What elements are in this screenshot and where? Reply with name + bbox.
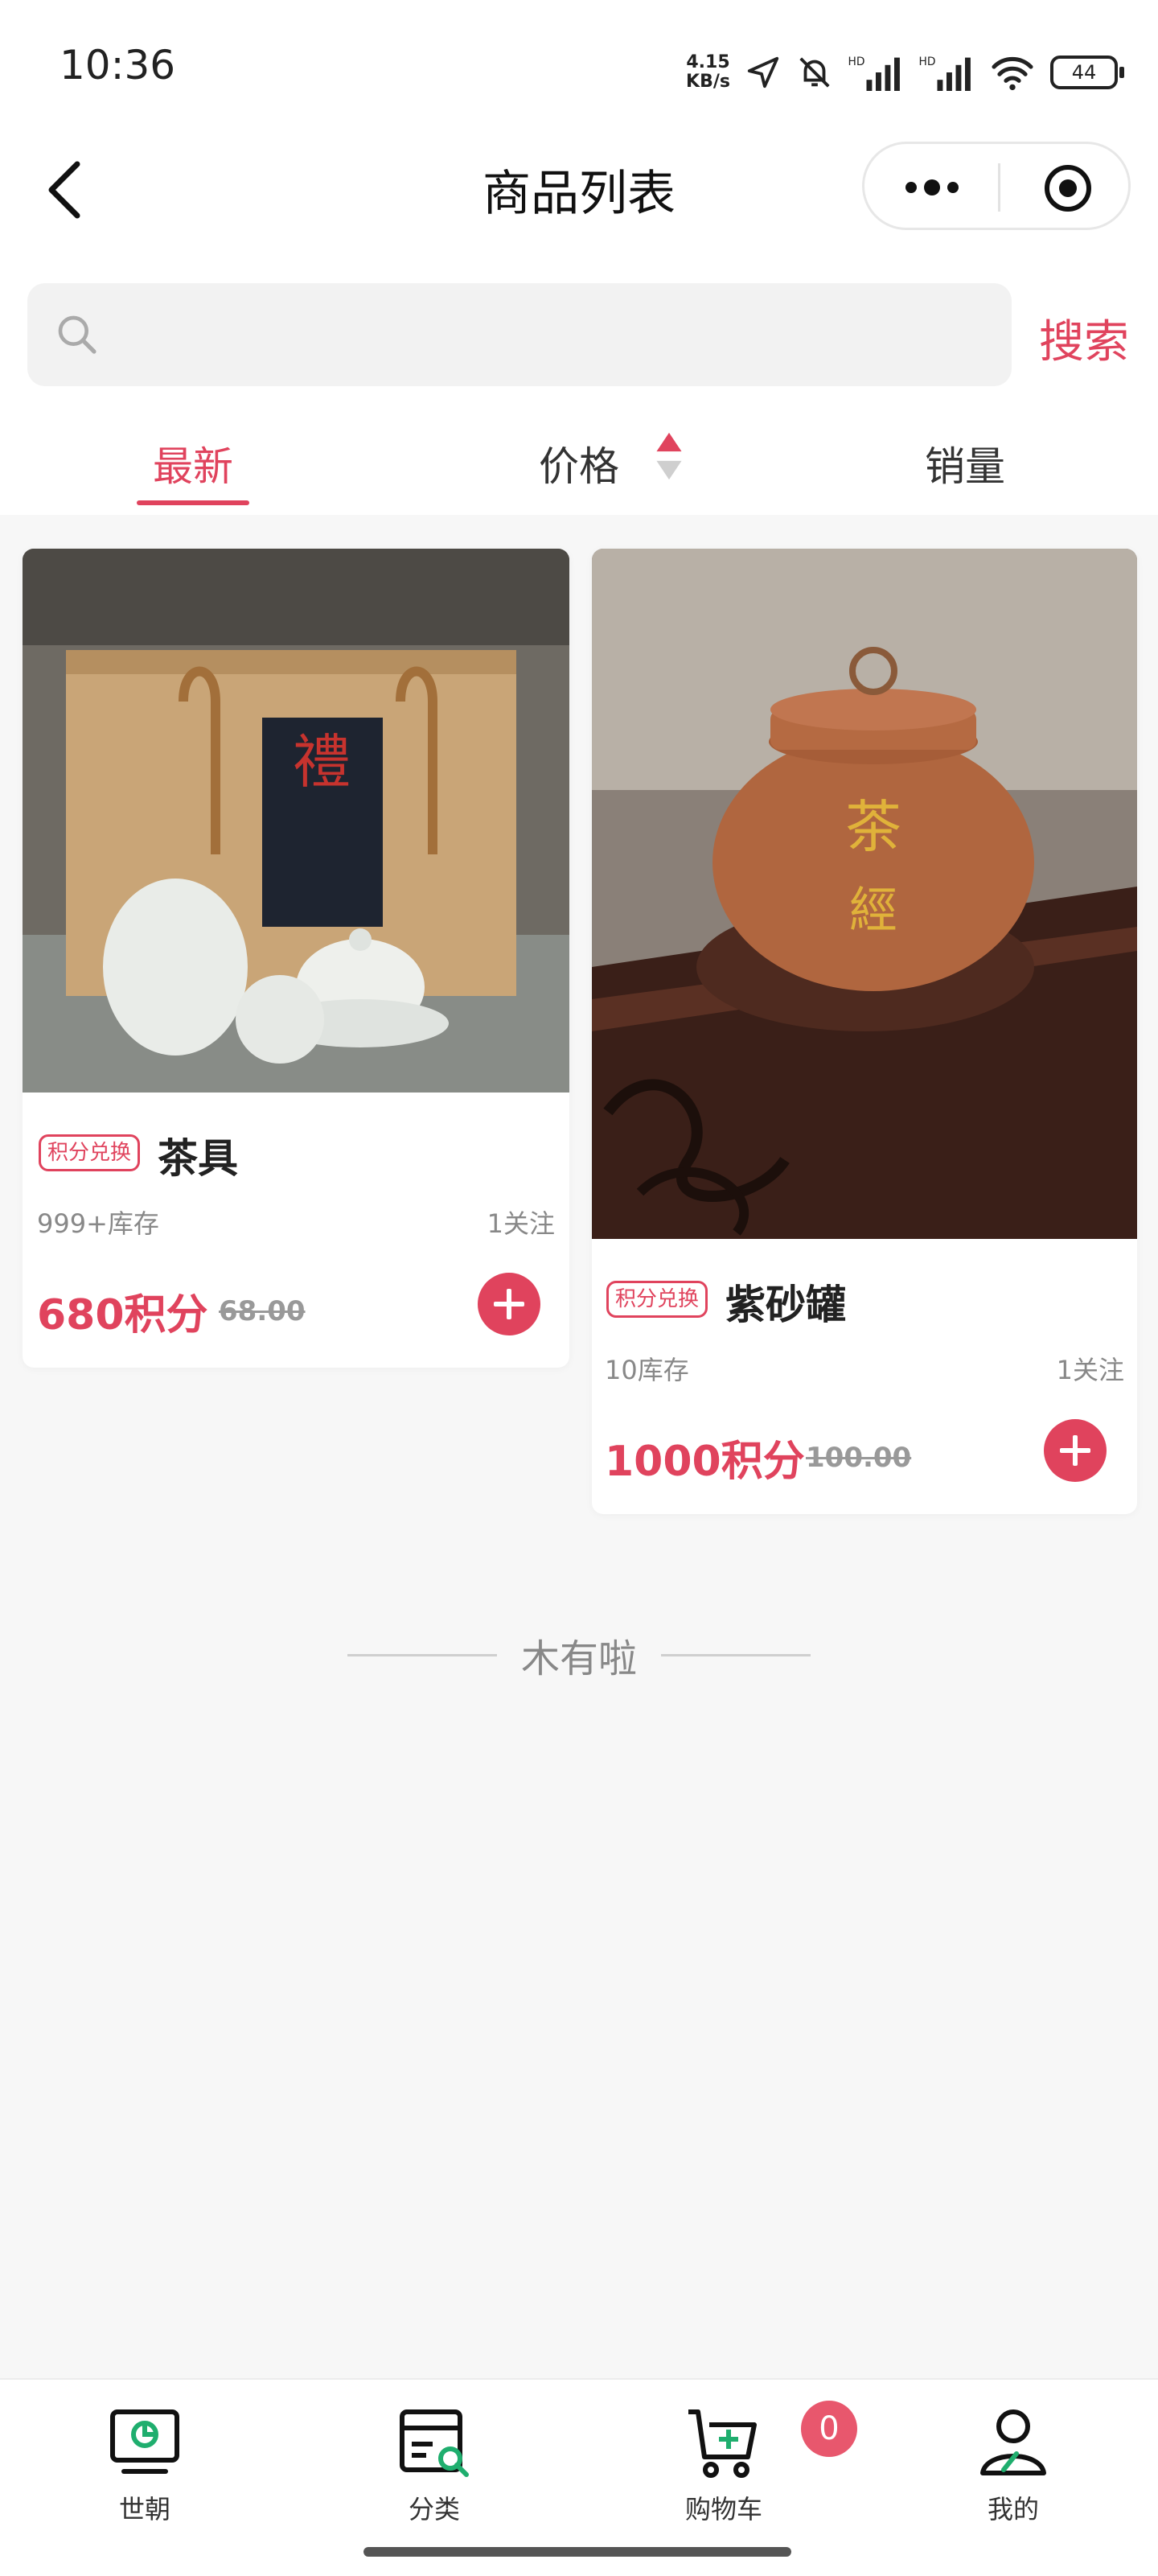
nav-item-home[interactable]: 世朝 bbox=[64, 2402, 225, 2526]
svg-text:茶: 茶 bbox=[845, 794, 901, 860]
mute-bell-icon bbox=[799, 57, 830, 88]
category-search-icon bbox=[400, 2409, 469, 2477]
nav-label-cart: 购物车 bbox=[684, 2494, 762, 2525]
capsule-divider bbox=[998, 163, 1000, 212]
nav-label-category: 分类 bbox=[408, 2494, 460, 2525]
end-divider-right bbox=[661, 1654, 811, 1656]
network-speed-value: 4.15 bbox=[686, 52, 730, 72]
status-time: 10:36 bbox=[60, 42, 176, 88]
product-stock: 999+库存 bbox=[37, 1208, 159, 1239]
mini-program-capsule bbox=[862, 142, 1131, 230]
cart-count-badge: 0 bbox=[801, 2401, 857, 2457]
points-exchange-badge: 积分兑换 bbox=[39, 1134, 141, 1171]
tab-price-label: 价格 bbox=[539, 443, 619, 490]
home-indicator[interactable] bbox=[363, 2547, 791, 2557]
search-button[interactable]: 搜索 bbox=[1039, 306, 1129, 371]
network-speed-unit: KB/s bbox=[686, 72, 730, 92]
signal-icon: HD bbox=[848, 56, 900, 91]
search-icon bbox=[58, 315, 96, 354]
points-exchange-badge: 积分兑换 bbox=[606, 1281, 708, 1318]
product-follows: 1关注 bbox=[487, 1208, 555, 1239]
product-original-price: 100.00 bbox=[806, 1442, 912, 1474]
nav-label-home: 世朝 bbox=[118, 2494, 170, 2525]
product-points-price: 680积分 bbox=[37, 1291, 208, 1339]
nav-label-profile: 我的 bbox=[987, 2494, 1039, 2525]
product-name: 茶具 bbox=[158, 1135, 238, 1182]
more-options-icon[interactable] bbox=[900, 171, 964, 204]
product-card-tea-set[interactable]: 禮 积分兑换 茶具 999+库存 1关注 680积分 68.00 bbox=[23, 549, 569, 1368]
svg-text:經: 經 bbox=[849, 883, 897, 939]
home-monitor-icon bbox=[110, 2409, 179, 2474]
search-input[interactable] bbox=[27, 283, 1012, 386]
add-to-cart-button[interactable] bbox=[478, 1273, 540, 1335]
svg-text:HD: HD bbox=[848, 56, 865, 68]
nav-item-category[interactable]: 分类 bbox=[354, 2402, 515, 2526]
product-image-zisha-jar[interactable]: 茶 經 bbox=[592, 549, 1137, 1239]
tab-price[interactable]: 价格 bbox=[499, 434, 659, 492]
user-icon bbox=[980, 2409, 1046, 2475]
status-icons: 4.15 KB/s HD HD 44 bbox=[686, 48, 1124, 97]
product-follows: 1关注 bbox=[1056, 1355, 1124, 1385]
product-image-tea-set[interactable]: 禮 bbox=[23, 549, 569, 1093]
tab-sales[interactable]: 销量 bbox=[885, 434, 1045, 492]
product-name: 紫砂罐 bbox=[725, 1282, 846, 1328]
tab-newest[interactable]: 最新 bbox=[113, 434, 273, 492]
product-original-price: 68.00 bbox=[219, 1295, 306, 1327]
network-speed: 4.15 KB/s bbox=[686, 53, 730, 92]
product-stock: 10库存 bbox=[605, 1355, 689, 1385]
close-target-icon[interactable] bbox=[1041, 162, 1094, 215]
product-card-zisha-jar[interactable]: 茶 經 积分兑换 紫砂罐 10库存 1关注 1000积分 100.00 bbox=[592, 549, 1137, 1514]
cart-icon bbox=[688, 2409, 757, 2478]
wifi-icon bbox=[992, 56, 1033, 91]
svg-text:HD: HD bbox=[919, 56, 936, 68]
sort-arrows-icon[interactable] bbox=[653, 430, 685, 483]
active-tab-underline bbox=[137, 500, 249, 505]
nav-item-cart[interactable]: 购物车 bbox=[643, 2402, 804, 2526]
product-points-price: 1000积分 bbox=[605, 1438, 805, 1486]
signal-icon: HD bbox=[919, 56, 971, 91]
list-end-text: 木有啦 bbox=[520, 1636, 637, 1681]
location-icon bbox=[747, 56, 779, 88]
nav-item-profile[interactable]: 我的 bbox=[933, 2402, 1094, 2526]
svg-text:禮: 禮 bbox=[293, 728, 351, 796]
add-to-cart-button[interactable] bbox=[1044, 1419, 1107, 1482]
battery-indicator: 44 bbox=[1050, 56, 1124, 89]
